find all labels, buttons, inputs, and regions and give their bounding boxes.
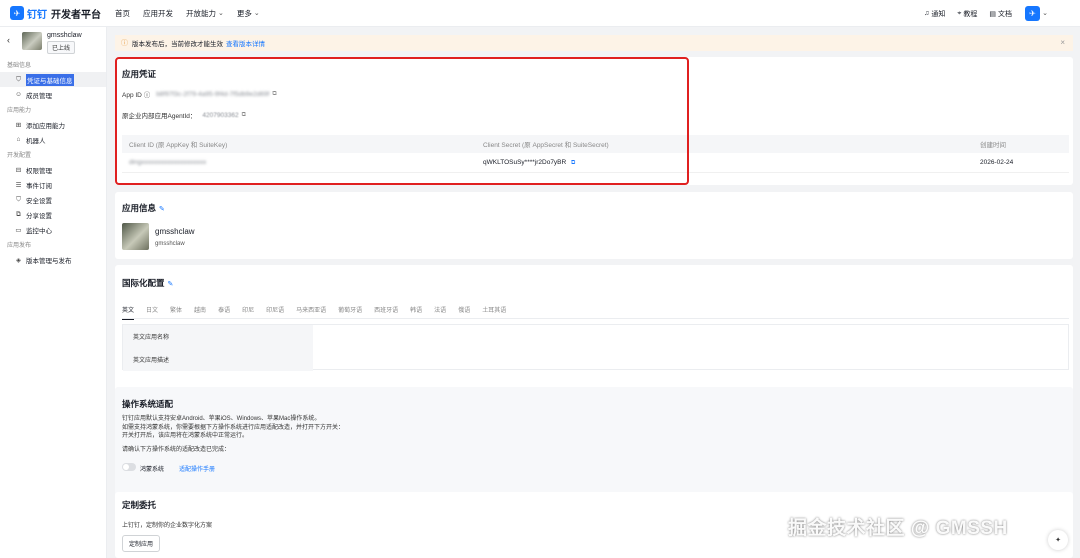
app-info-name: gmsshclaw bbox=[155, 227, 195, 236]
docs-link[interactable]: ▤ 文档 bbox=[989, 9, 1012, 19]
tutorial-link[interactable]: ⌖ 教程 bbox=[957, 9, 977, 19]
app-thumbnail bbox=[22, 32, 42, 50]
info-circle-icon: ⓘ bbox=[121, 40, 128, 47]
logo-brand: 钉钉 bbox=[27, 9, 47, 21]
sidebar-item-share[interactable]: ⧉ 分享设置 bbox=[0, 207, 106, 222]
sidebar-section-dev: 开发配置 bbox=[7, 153, 32, 159]
i18n-card: 国际化配置 ✎ 英文 日文 繁体 越南 泰语 印尼 印尼语 马来西亚语 葡萄牙语 … bbox=[115, 265, 1073, 397]
shield-icon: ⛉ bbox=[16, 75, 21, 83]
os-confirm-text: 请确认下方操作系统的适配改造已完成： bbox=[122, 447, 231, 453]
notice-text: 版本发布后，当前修改才能生效 bbox=[132, 41, 223, 48]
location-icon: ⌖ bbox=[957, 9, 962, 17]
divider bbox=[122, 318, 1069, 319]
os-desc-line-3: 开关打开后，该应用将在鸿蒙系统中正常运行。 bbox=[122, 433, 249, 439]
app-header: ‹ gmsshclaw 已上线 bbox=[0, 27, 106, 57]
status-badge: 已上线 bbox=[47, 41, 76, 54]
sidebar-item-robot[interactable]: ⌂ 机器人 bbox=[0, 132, 106, 147]
sidebar-section-basic: 基础信息 bbox=[7, 63, 32, 69]
form-label-en-desc: 英文应用描述 bbox=[123, 348, 313, 371]
nav-home[interactable]: 首页 bbox=[115, 8, 130, 19]
chevron-down-icon: ⌄ bbox=[218, 10, 224, 17]
form-label-en-name: 英文应用名称 bbox=[123, 325, 313, 348]
app-info-card: 应用信息 ✎ gmsshclaw gmsshclaw bbox=[115, 192, 1073, 259]
custom-app-button[interactable]: 定制应用 bbox=[122, 535, 161, 552]
user-avatar[interactable]: ✈ bbox=[1025, 6, 1040, 21]
chat-icon: ✦ bbox=[1055, 537, 1061, 544]
back-arrow-icon[interactable]: ‹ bbox=[7, 35, 10, 45]
sidebar: ‹ gmsshclaw 已上线 基础信息 ⛉ 凭证与基础信息 ☺ 成员管理 应用能力… bbox=[0, 27, 107, 558]
notification-link[interactable]: ♫ 通知 bbox=[924, 9, 945, 19]
sidebar-item-add-capability[interactable]: ⊞ 添加应用能力 bbox=[0, 117, 106, 132]
nav-open-capability[interactable]: 开放能力 ⌄ bbox=[186, 8, 224, 19]
robot-icon: ⌂ bbox=[16, 136, 21, 143]
notice-link[interactable]: 查看版本详情 bbox=[226, 38, 265, 48]
highlight-box bbox=[115, 57, 689, 185]
plus-square-icon: ⊞ bbox=[15, 121, 22, 129]
harmony-toggle-label: 鸿蒙系统 bbox=[140, 467, 165, 473]
logo-title: 开发者平台 bbox=[51, 9, 101, 21]
chevron-down-icon[interactable]: ⌄ bbox=[1042, 9, 1048, 17]
form-row-en-desc[interactable]: 英文应用描述 bbox=[123, 348, 1069, 371]
i18n-title: 国际化配置 ✎ bbox=[122, 278, 174, 288]
monitor-icon: ▭ bbox=[15, 226, 22, 234]
sidebar-item-monitor[interactable]: ▭ 监控中心 bbox=[0, 222, 106, 237]
watermark: 掘金技术社区 @ GMSSH bbox=[788, 518, 1008, 539]
app-info-title: 应用信息 ✎ bbox=[122, 203, 165, 213]
adapt-manual-link[interactable]: 适配操作手册 bbox=[179, 464, 215, 473]
app-name: gmsshclaw bbox=[47, 32, 82, 39]
nav-app-dev[interactable]: 应用开发 bbox=[143, 8, 173, 19]
top-right-links: ♫ 通知 ⌖ 教程 ▤ 文档 bbox=[912, 0, 1012, 27]
custom-desc: 上钉钉，定制你的企业数字化方案 bbox=[122, 523, 213, 529]
dingtalk-logo-icon: ✈ bbox=[10, 6, 24, 20]
top-nav: 首页 应用开发 开放能力 ⌄ 更多 ⌄ bbox=[115, 8, 273, 19]
edit-icon[interactable]: ✎ bbox=[168, 281, 174, 288]
created-value: 2026-02-24 bbox=[980, 159, 1014, 166]
header-created: 创建时间 bbox=[980, 142, 1006, 149]
user-icon: ☺ bbox=[15, 91, 22, 98]
sidebar-item-events[interactable]: ☰ 事件订阅 bbox=[0, 177, 106, 192]
list-icon: ☰ bbox=[15, 181, 22, 189]
nav-more[interactable]: 更多 ⌄ bbox=[237, 8, 260, 19]
help-float-button[interactable]: ✦ bbox=[1048, 530, 1068, 550]
sidebar-item-members[interactable]: ☺ 成员管理 bbox=[0, 87, 106, 102]
app-info-desc: gmsshclaw bbox=[155, 241, 185, 247]
version-icon: ◈ bbox=[16, 256, 21, 264]
os-card: 操作系统适配 钉钉应用默认支持安卓Android、苹果iOS、Windows、苹… bbox=[115, 387, 1073, 507]
sidebar-item-permissions[interactable]: ⊟ 权限管理 bbox=[0, 162, 106, 177]
custom-title: 定制委托 bbox=[122, 500, 157, 510]
harmony-toggle[interactable] bbox=[122, 463, 136, 471]
shield-check-icon: ⛉ bbox=[16, 195, 21, 203]
logo[interactable]: ✈ 钉钉 开发者平台 bbox=[10, 6, 101, 21]
os-desc-line-1: 钉钉应用默认支持安卓Android、苹果iOS、Windows、苹果Mac操作系… bbox=[122, 416, 321, 422]
lock-icon: ⊟ bbox=[15, 166, 22, 174]
close-icon[interactable]: × bbox=[1060, 38, 1065, 47]
main-content: ⓘ 版本发布后，当前修改才能生效 查看版本详情 × 应用凭证 App ID ⓘ … bbox=[107, 27, 1080, 558]
chevron-down-icon: ⌄ bbox=[253, 10, 260, 17]
notice-bar: ⓘ 版本发布后，当前修改才能生效 查看版本详情 × bbox=[115, 35, 1073, 51]
os-desc-line-2: 如需支持鸿蒙系统，你需要根据下方操作系统进行应用适配改造，并打开下方开关： bbox=[122, 424, 345, 431]
share-icon: ⧉ bbox=[16, 210, 21, 218]
sidebar-item-credentials[interactable]: ⛉ 凭证与基础信息 bbox=[0, 72, 106, 87]
sidebar-section-capability: 应用能力 bbox=[7, 108, 32, 114]
sidebar-section-release: 应用发布 bbox=[7, 243, 32, 249]
document-icon: ▤ bbox=[989, 10, 996, 18]
edit-icon[interactable]: ✎ bbox=[159, 206, 165, 213]
i18n-form: 英文应用名称 英文应用描述 bbox=[122, 324, 1069, 371]
sidebar-item-versions[interactable]: ◈ 版本管理与发布 bbox=[0, 252, 106, 267]
top-bar: ✈ 钉钉 开发者平台 首页 应用开发 开放能力 ⌄ 更多 ⌄ ♫ 通知 ⌖ 教程 ▤ 文档… bbox=[0, 0, 1080, 27]
app-icon-image bbox=[122, 223, 149, 250]
form-row-en-name[interactable]: 英文应用名称 bbox=[123, 325, 1069, 348]
sidebar-item-security[interactable]: ⛉ 安全设置 bbox=[0, 192, 106, 207]
os-title: 操作系统适配 bbox=[122, 399, 174, 409]
bell-icon: ♫ bbox=[924, 10, 930, 17]
